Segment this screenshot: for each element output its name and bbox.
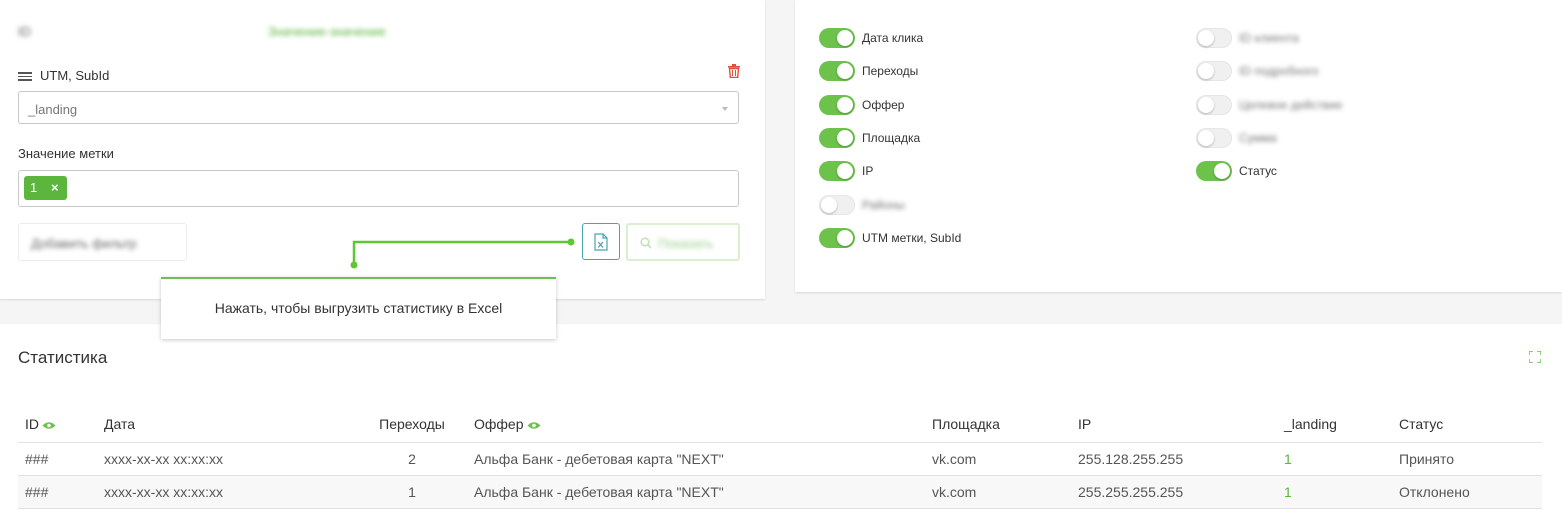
toggle-switch: [1196, 28, 1232, 48]
cell-offer: Альфа Банк - дебетовая карта "NEXT": [467, 475, 925, 509]
col-header-id[interactable]: ID: [18, 406, 97, 443]
toggle-label: ID клиента: [1239, 31, 1299, 45]
toggle-switch: [819, 28, 855, 48]
cell-id: ###: [18, 442, 97, 476]
toggle-label: Статус: [1239, 164, 1277, 178]
toggle-switch: [1196, 128, 1232, 148]
col-header-landing[interactable]: _landing: [1277, 406, 1392, 443]
toggle-status[interactable]: Статус: [1196, 161, 1277, 181]
cell-platform: vk.com: [925, 442, 1071, 476]
cell-offer: Альфа Банк - дебетовая карта "NEXT": [467, 442, 925, 476]
statistics-panel: Статистика ID Дата Переходы Оффер Площад…: [0, 324, 1562, 527]
col-header-status[interactable]: Статус: [1392, 406, 1542, 443]
toggle-clicks[interactable]: Переходы: [819, 61, 918, 81]
toggle-switch: [819, 228, 855, 248]
toggle-label: Районы: [862, 198, 905, 212]
toggle-switch: [819, 61, 855, 81]
toggle-label: UTM метки, SubId: [862, 231, 962, 245]
toggle-switch: [1196, 95, 1232, 115]
toggle-ip[interactable]: IP: [819, 161, 873, 181]
toggle-amount[interactable]: Сумма: [1196, 128, 1277, 148]
col-header-date[interactable]: Дата: [97, 406, 357, 443]
toggle-click-date[interactable]: Дата клика: [819, 28, 923, 48]
toggle-utm[interactable]: UTM метки, SubId: [819, 228, 961, 248]
col-header-platform[interactable]: Площадка: [925, 406, 1071, 443]
cell-landing[interactable]: 1: [1277, 442, 1392, 476]
toggle-label: Переходы: [862, 64, 919, 78]
toggle-switch: [819, 128, 855, 148]
cell-status: Принято: [1392, 442, 1542, 476]
cell-platform: vk.com: [925, 475, 1071, 509]
table-row: ### xxxx-xx-xx xx:xx:xx 2 Альфа Банк - д…: [18, 442, 1542, 476]
cell-landing[interactable]: 1: [1277, 475, 1392, 509]
toggle-switch: [819, 95, 855, 115]
table-row: ### xxxx-xx-xx xx:xx:xx 1 Альфа Банк - д…: [18, 475, 1542, 509]
cell-ip: 255.128.255.255: [1071, 442, 1277, 476]
toggle-label: Площадка: [862, 131, 921, 145]
cell-clicks: 2: [357, 442, 467, 476]
toggle-label: IP: [862, 164, 874, 178]
cell-date: xxxx-xx-xx xx:xx:xx: [97, 475, 357, 509]
cell-clicks: 1: [357, 475, 467, 509]
stats-title: Статистика: [18, 348, 108, 367]
toggle-switch: [1196, 161, 1232, 181]
toggle-regions[interactable]: Районы: [819, 195, 905, 215]
export-tooltip: Нажать, чтобы выгрузить статистику в Exc…: [161, 277, 556, 339]
tooltip-text: Нажать, чтобы выгрузить статистику в Exc…: [214, 300, 503, 316]
toggle-detail-id[interactable]: ID подробного: [1196, 61, 1319, 81]
show-button[interactable]: Показать: [626, 223, 740, 261]
cell-id: ###: [18, 475, 97, 509]
toggle-label: Дата клика: [862, 31, 924, 45]
toggle-label: Оффер: [862, 98, 905, 112]
toggle-switch: [1196, 61, 1232, 81]
eye-icon[interactable]: [42, 421, 56, 430]
cell-date: xxxx-xx-xx xx:xx:xx: [97, 442, 357, 476]
table-header-row: ID Дата Переходы Оффер Площадка IP _land…: [18, 406, 1542, 443]
eye-icon[interactable]: [527, 421, 541, 430]
toggle-switch: [819, 161, 855, 181]
toggle-target-action[interactable]: Целевое действие: [1196, 95, 1342, 115]
toggle-label: ID подробного: [1239, 64, 1319, 78]
cell-ip: 255.255.255.255: [1071, 475, 1277, 509]
chevron-down-icon: [722, 107, 728, 111]
expand-icon[interactable]: [1529, 351, 1541, 363]
col-header-offer[interactable]: Оффер: [467, 406, 925, 443]
stats-table: ID Дата Переходы Оффер Площадка IP _land…: [18, 406, 1542, 509]
trash-icon[interactable]: [728, 64, 740, 78]
tooltip-connector: [350, 238, 575, 269]
search-icon: [640, 237, 652, 249]
col-header-clicks[interactable]: Переходы: [357, 406, 467, 443]
toggle-switch: [819, 195, 855, 215]
toggle-label: Сумма: [1239, 131, 1277, 145]
toggle-platform[interactable]: Площадка: [819, 128, 920, 148]
toggle-offer[interactable]: Оффер: [819, 95, 904, 115]
column-toggles-panel: Дата клика Переходы Оффер Площадка IP Ра…: [795, 0, 1562, 292]
cell-status: Отклонено: [1392, 475, 1542, 509]
col-header-ip[interactable]: IP: [1071, 406, 1277, 443]
show-label: Показать: [658, 236, 714, 251]
toggle-client-id[interactable]: ID клиента: [1196, 28, 1299, 48]
toggle-label: Целевое действие: [1239, 98, 1343, 112]
